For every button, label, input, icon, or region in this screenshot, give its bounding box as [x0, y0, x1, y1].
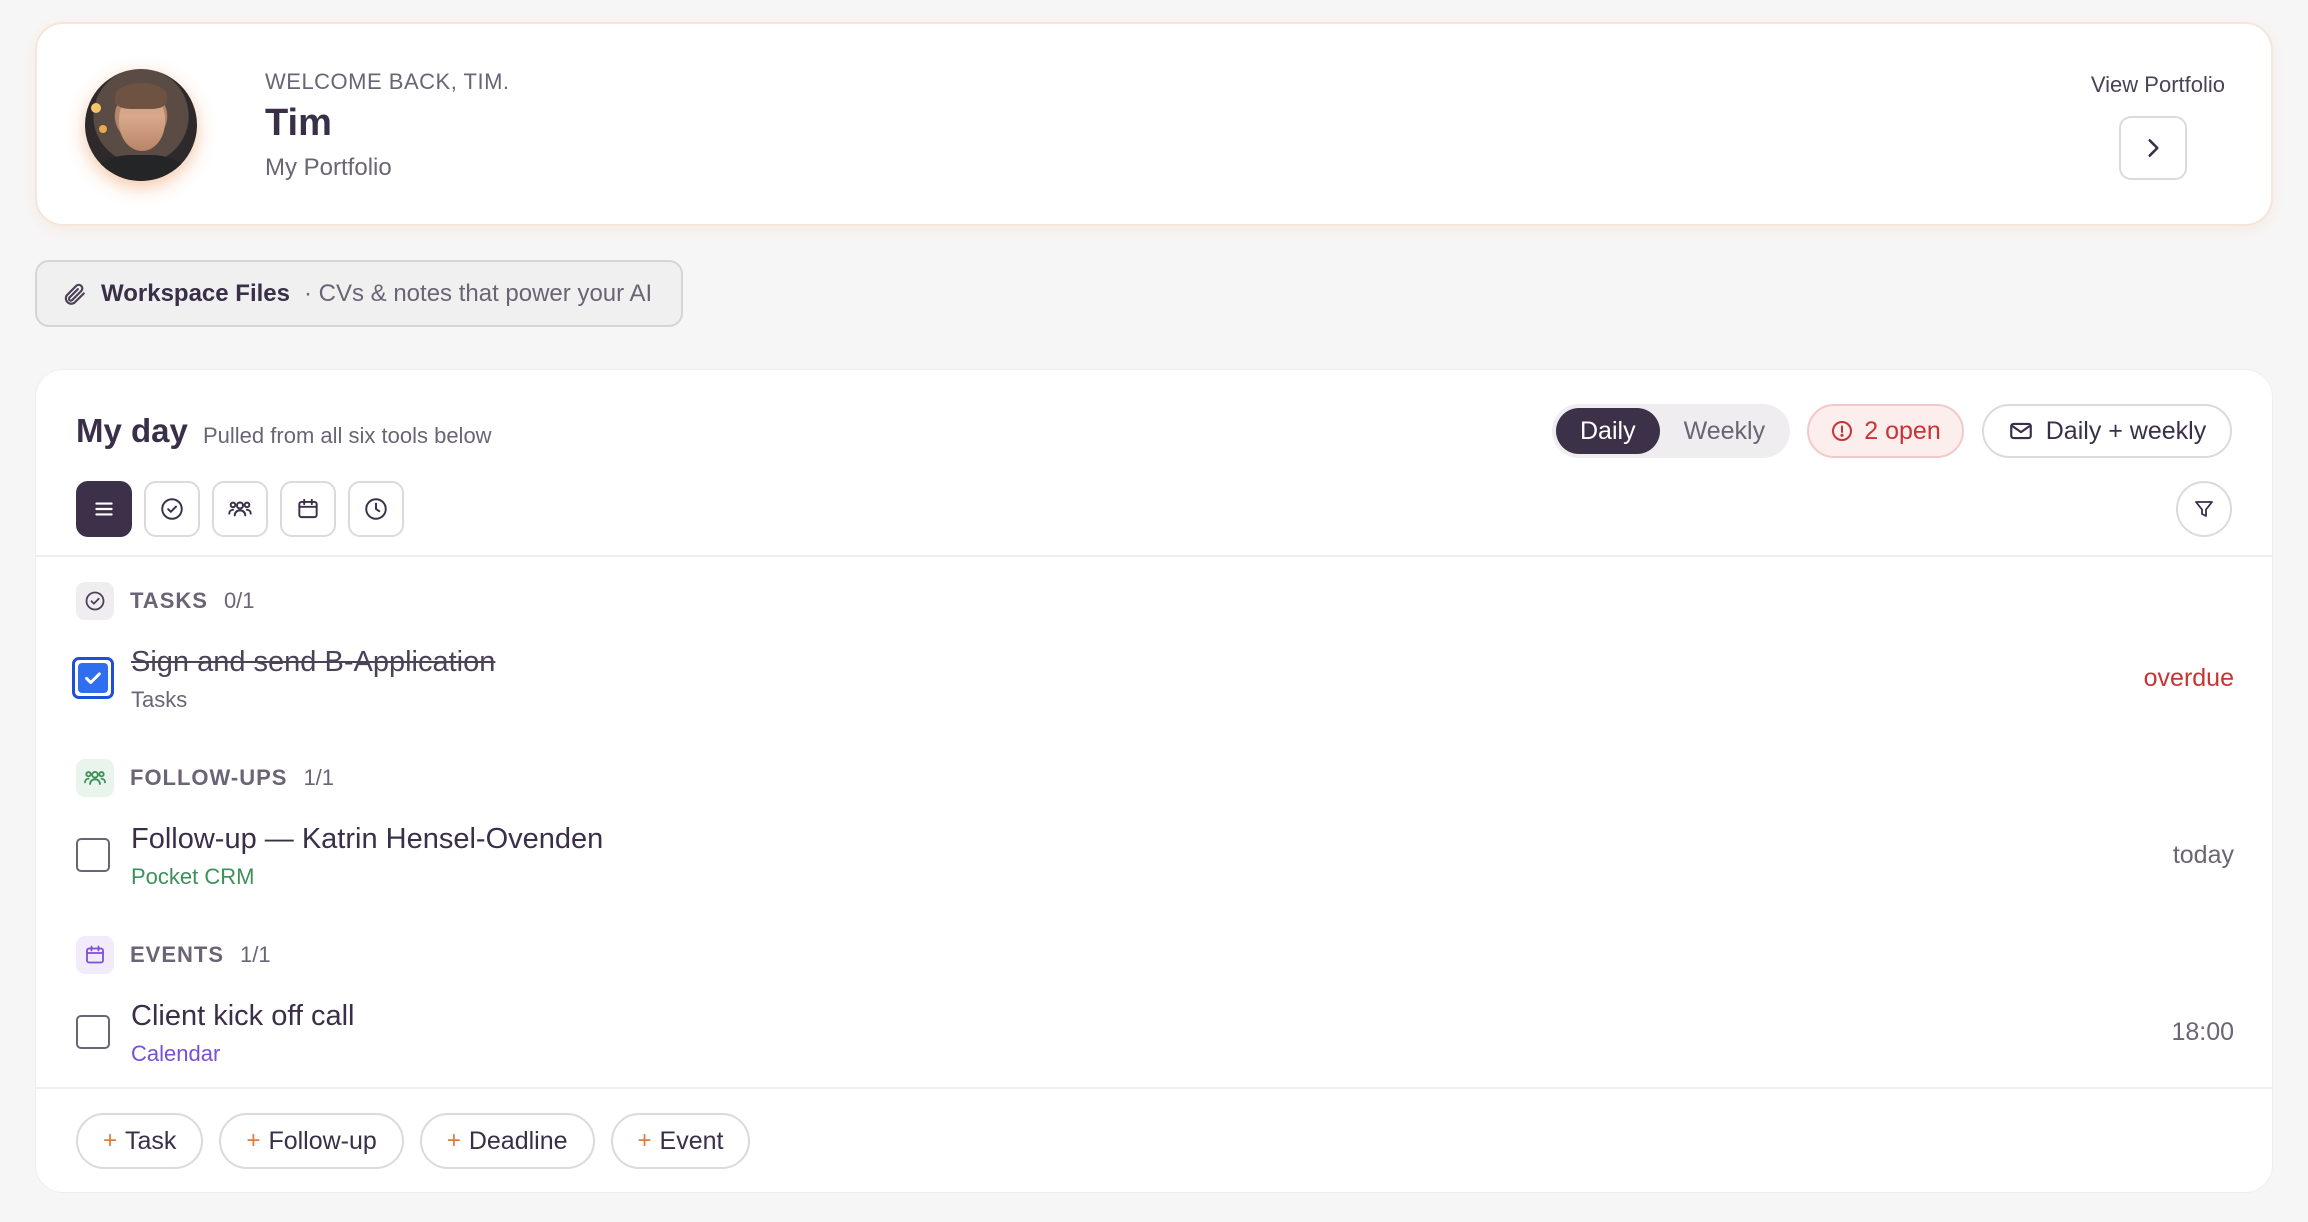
- plus-icon: +: [637, 1127, 652, 1154]
- filter-followups-button[interactable]: [212, 481, 268, 537]
- section-events-count: 1/1: [240, 942, 271, 967]
- add-followup-button[interactable]: + Follow-up: [219, 1113, 404, 1169]
- followup-due: today: [2172, 841, 2234, 869]
- followup-title: Follow-up — Katrin Hensel-Ovenden: [131, 823, 604, 855]
- toggle-daily[interactable]: Daily: [1556, 408, 1660, 454]
- check-circle-icon: [85, 591, 105, 611]
- welcome-text: WELCOME BACK, TIM.: [265, 69, 510, 94]
- calendar-icon: [298, 498, 318, 519]
- paperclip-icon: [64, 283, 85, 305]
- filter-bar: [76, 481, 404, 537]
- open-count-label: 2 open: [1864, 416, 1941, 445]
- user-name: Tim: [265, 102, 332, 144]
- plus-icon: +: [103, 1127, 118, 1154]
- section-followups: FOLLOW-UPS 1/1: [76, 759, 334, 797]
- section-tasks-label: TASKS: [130, 588, 208, 613]
- filter-all-button[interactable]: [76, 481, 132, 537]
- workspace-files-button[interactable]: Workspace Files · CVs & notes that power…: [35, 260, 683, 327]
- toggle-weekly[interactable]: Weekly: [1660, 408, 1790, 454]
- alert-circle-icon: [1832, 421, 1853, 441]
- calendar-icon: [86, 945, 104, 964]
- my-day-subtitle: Pulled from all six tools below: [203, 423, 492, 448]
- event-source: Calendar: [131, 1041, 221, 1066]
- list-item-followup[interactable]: Follow-up — Katrin Hensel-Ovenden Pocket…: [76, 819, 2234, 895]
- followup-source: Pocket CRM: [131, 864, 255, 889]
- workspace-files-description: · CVs & notes that power your AI: [303, 279, 653, 307]
- chevron-right-icon: [2148, 139, 2159, 157]
- my-day-panel: My day Pulled from all six tools below D…: [35, 369, 2273, 1193]
- add-followup-label: Follow-up: [268, 1126, 377, 1155]
- check-icon: [85, 672, 101, 685]
- portfolio-subtitle: My Portfolio: [265, 154, 392, 181]
- section-followups-count: 1/1: [303, 765, 335, 790]
- task-source: Tasks: [131, 687, 188, 712]
- workspace-files-title: Workspace Files: [101, 279, 290, 307]
- plus-icon: +: [446, 1127, 461, 1154]
- section-events-label: EVENTS: [130, 942, 225, 967]
- check-circle-icon: [161, 498, 183, 520]
- people-icon: [84, 771, 106, 785]
- add-deadline-button[interactable]: + Deadline: [419, 1113, 595, 1169]
- plus-icon: +: [246, 1127, 261, 1154]
- list-item-event[interactable]: Client kick off call Calendar 18:00: [76, 996, 2234, 1072]
- followup-checkbox[interactable]: [76, 838, 110, 872]
- task-checkbox[interactable]: [72, 657, 114, 699]
- funnel-icon: [2195, 501, 2213, 517]
- add-event-button[interactable]: + Event: [610, 1113, 751, 1169]
- add-event-label: Event: [659, 1126, 724, 1155]
- event-checkbox[interactable]: [76, 1015, 110, 1049]
- filter-tasks-button[interactable]: [144, 481, 200, 537]
- avatar: [85, 69, 197, 181]
- filter-deadlines-button[interactable]: [348, 481, 404, 537]
- add-task-label: Task: [125, 1126, 177, 1155]
- view-portfolio-label: View Portfolio: [2090, 72, 2225, 97]
- event-title: Client kick off call: [131, 1000, 355, 1032]
- section-events-icon-box: [76, 936, 114, 974]
- people-icon: [228, 501, 252, 517]
- section-tasks-count: 0/1: [223, 588, 255, 613]
- view-toggle: Daily Weekly: [1552, 404, 1790, 458]
- mail-icon: [2009, 422, 2032, 440]
- divider: [36, 555, 2272, 557]
- open-items-badge[interactable]: 2 open: [1807, 404, 1964, 458]
- profile-card: WELCOME BACK, TIM. Tim My Portfolio View…: [35, 22, 2273, 226]
- section-followups-label: FOLLOW-UPS: [130, 765, 288, 790]
- event-time: 18:00: [2171, 1018, 2234, 1046]
- divider: [36, 1087, 2272, 1089]
- clock-icon: [365, 498, 387, 520]
- filter-menu-button[interactable]: [2176, 481, 2232, 537]
- list-item-task[interactable]: Sign and send B-Application Tasks overdu…: [72, 642, 2234, 718]
- section-tasks: TASKS 0/1: [76, 582, 255, 620]
- quick-add-bar: + Task + Follow-up + Deadline + Event: [76, 1113, 751, 1169]
- section-events: EVENTS 1/1: [76, 936, 271, 974]
- task-title: Sign and send B-Application: [131, 646, 496, 678]
- email-digest-button[interactable]: Daily + weekly: [1982, 404, 2232, 458]
- section-followups-icon-box: [76, 759, 114, 797]
- view-portfolio-button[interactable]: [2119, 116, 2187, 180]
- filter-events-button[interactable]: [280, 481, 336, 537]
- list-icon: [95, 502, 113, 516]
- task-due: overdue: [2143, 664, 2234, 692]
- add-task-button[interactable]: + Task: [76, 1113, 204, 1169]
- my-day-title: My day: [76, 412, 188, 449]
- add-deadline-label: Deadline: [468, 1126, 568, 1155]
- digest-label: Daily + weekly: [2045, 416, 2207, 445]
- section-tasks-icon-box: [76, 582, 114, 620]
